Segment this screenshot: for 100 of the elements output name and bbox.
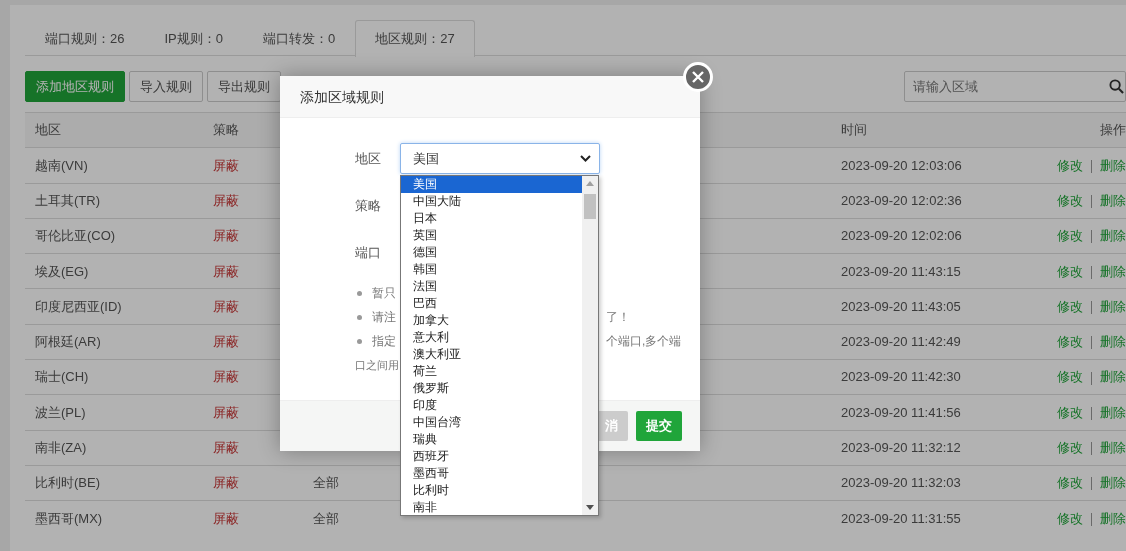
delete-link[interactable]: 删除	[1100, 475, 1126, 491]
dropdown-option[interactable]: 荷兰	[401, 363, 582, 380]
bullet-icon	[357, 290, 362, 296]
column-header: 策略	[213, 122, 239, 138]
column-header: 地区	[35, 122, 61, 138]
dropdown-option[interactable]: 瑞典	[401, 431, 582, 448]
table-cell: 南非(ZA)	[35, 440, 87, 456]
dropdown-option[interactable]: 比利时	[401, 482, 582, 499]
submit-button[interactable]: 提交	[636, 411, 682, 441]
edit-link[interactable]: 修改	[1057, 440, 1083, 456]
table-cell: 2023-09-20 12:02:06	[841, 228, 962, 244]
dropdown-option[interactable]: 印度	[401, 397, 582, 414]
table-cell: 印度尼西亚(ID)	[35, 298, 122, 314]
divider	[1091, 300, 1092, 314]
divider	[1091, 230, 1092, 244]
policy-text: 屏蔽	[213, 263, 239, 279]
tab[interactable]: 端口转发：0	[243, 20, 356, 55]
table-cell: 2023-09-20 11:43:15	[841, 263, 961, 279]
delete-link[interactable]: 删除	[1100, 298, 1126, 314]
dropdown-option[interactable]: 意大利	[401, 329, 582, 346]
delete-link[interactable]: 删除	[1100, 510, 1126, 526]
table-cell: 阿根廷(AR)	[35, 334, 101, 350]
note-text: 指定	[372, 333, 397, 350]
tab[interactable]: 地区规则：27	[355, 20, 475, 57]
dropdown-option[interactable]: 南非	[401, 499, 582, 515]
divider	[1091, 442, 1092, 456]
policy-text: 屏蔽	[213, 404, 239, 420]
column-header: 时间	[841, 122, 867, 138]
tab[interactable]: IP规则：0	[144, 20, 243, 55]
dropdown-option[interactable]: 日本	[401, 210, 582, 227]
add-rule-button[interactable]: 添加地区规则	[25, 71, 125, 102]
dropdown-option[interactable]: 巴西	[401, 295, 582, 312]
edit-link[interactable]: 修改	[1057, 193, 1083, 208]
table-cell: 比利时(BE)	[35, 475, 100, 491]
scroll-down-icon[interactable]	[586, 505, 594, 510]
delete-link[interactable]: 删除	[1100, 334, 1126, 350]
edit-link[interactable]: 修改	[1057, 510, 1083, 526]
dropdown-option[interactable]: 韩国	[401, 261, 582, 278]
dropdown-option[interactable]: 法国	[401, 278, 582, 295]
note-text: 了！	[606, 309, 630, 326]
table-cell: 2023-09-20 11:42:49	[841, 334, 961, 350]
close-icon[interactable]	[692, 71, 704, 83]
search-icon[interactable]	[1109, 79, 1124, 94]
dropdown-option[interactable]: 中国大陆	[401, 193, 582, 210]
delete-link[interactable]: 删除	[1100, 157, 1126, 173]
delete-link[interactable]: 删除	[1100, 193, 1126, 208]
table-cell: 墨西哥(MX)	[35, 510, 103, 526]
policy-text: 屏蔽	[213, 334, 239, 350]
dropdown-option[interactable]: 澳大利亚	[401, 346, 582, 363]
table-cell: 2023-09-20 11:41:56	[841, 404, 961, 420]
edit-link[interactable]: 修改	[1057, 475, 1083, 491]
tab[interactable]: 端口规则：26	[25, 20, 145, 55]
modal-title: 添加区域规则	[280, 76, 700, 118]
edit-link[interactable]: 修改	[1057, 263, 1083, 279]
divider	[1091, 477, 1092, 491]
delete-link[interactable]: 删除	[1100, 369, 1126, 385]
rule-button[interactable]: 导入规则	[129, 71, 203, 102]
region-select[interactable]: 美国	[400, 143, 600, 174]
note-text: 暂只	[372, 285, 397, 302]
search-field[interactable]: 请输入区域	[904, 71, 1126, 102]
column-header: 操作	[1100, 122, 1126, 138]
table-cell: 2023-09-20 12:02:36	[841, 193, 962, 208]
edit-link[interactable]: 修改	[1057, 157, 1083, 173]
policy-text: 屏蔽	[213, 228, 239, 244]
divider	[1091, 406, 1092, 420]
dropdown-option[interactable]: 俄罗斯	[401, 380, 582, 397]
edit-link[interactable]: 修改	[1057, 228, 1083, 244]
delete-link[interactable]: 删除	[1100, 404, 1126, 420]
policy-text: 屏蔽	[213, 157, 239, 173]
dropdown-option[interactable]: 西班牙	[401, 448, 582, 465]
edit-link[interactable]: 修改	[1057, 404, 1083, 420]
edit-link[interactable]: 修改	[1057, 334, 1083, 350]
divider	[1091, 195, 1092, 209]
dropdown-option[interactable]: 德国	[401, 244, 582, 261]
dropdown-option[interactable]: 墨西哥	[401, 465, 582, 482]
table-cell: 2023-09-20 11:32:03	[841, 475, 961, 491]
field-label: 端口	[355, 244, 382, 262]
dropdown-option[interactable]: 中国台湾	[401, 414, 582, 431]
divider	[1091, 159, 1092, 173]
field-label: 地区	[355, 150, 382, 168]
scrollbar[interactable]	[582, 176, 598, 515]
dropdown-option[interactable]: 美国	[401, 176, 582, 193]
table-cell: 瑞士(CH)	[35, 369, 89, 385]
table-cell: 2023-09-20 11:31:55	[841, 510, 961, 526]
delete-link[interactable]: 删除	[1100, 440, 1126, 456]
note-text: 请注	[372, 309, 397, 326]
bullet-icon	[357, 338, 362, 344]
delete-link[interactable]: 删除	[1100, 263, 1126, 279]
dropdown-option[interactable]: 英国	[401, 227, 582, 244]
table-cell: 2023-09-20 11:43:05	[841, 298, 961, 314]
policy-text: 屏蔽	[213, 475, 239, 491]
scroll-thumb[interactable]	[584, 194, 596, 219]
edit-link[interactable]: 修改	[1057, 298, 1083, 314]
table-cell: 全部	[313, 475, 339, 491]
edit-link[interactable]: 修改	[1057, 369, 1083, 385]
note-text: 口之间用	[355, 358, 399, 373]
delete-link[interactable]: 删除	[1100, 228, 1126, 244]
dropdown-list[interactable]: 美国 中国大陆 日本 英国 德国 韩国 法国 巴西 加拿大 意大利 澳大利亚 荷兰 俄罗斯 印度 中国台湾 瑞典 西班牙 墨西哥 比利时 南非	[400, 175, 599, 516]
rule-button[interactable]: 导出规则	[207, 71, 281, 102]
dropdown-option[interactable]: 加拿大	[401, 312, 582, 329]
